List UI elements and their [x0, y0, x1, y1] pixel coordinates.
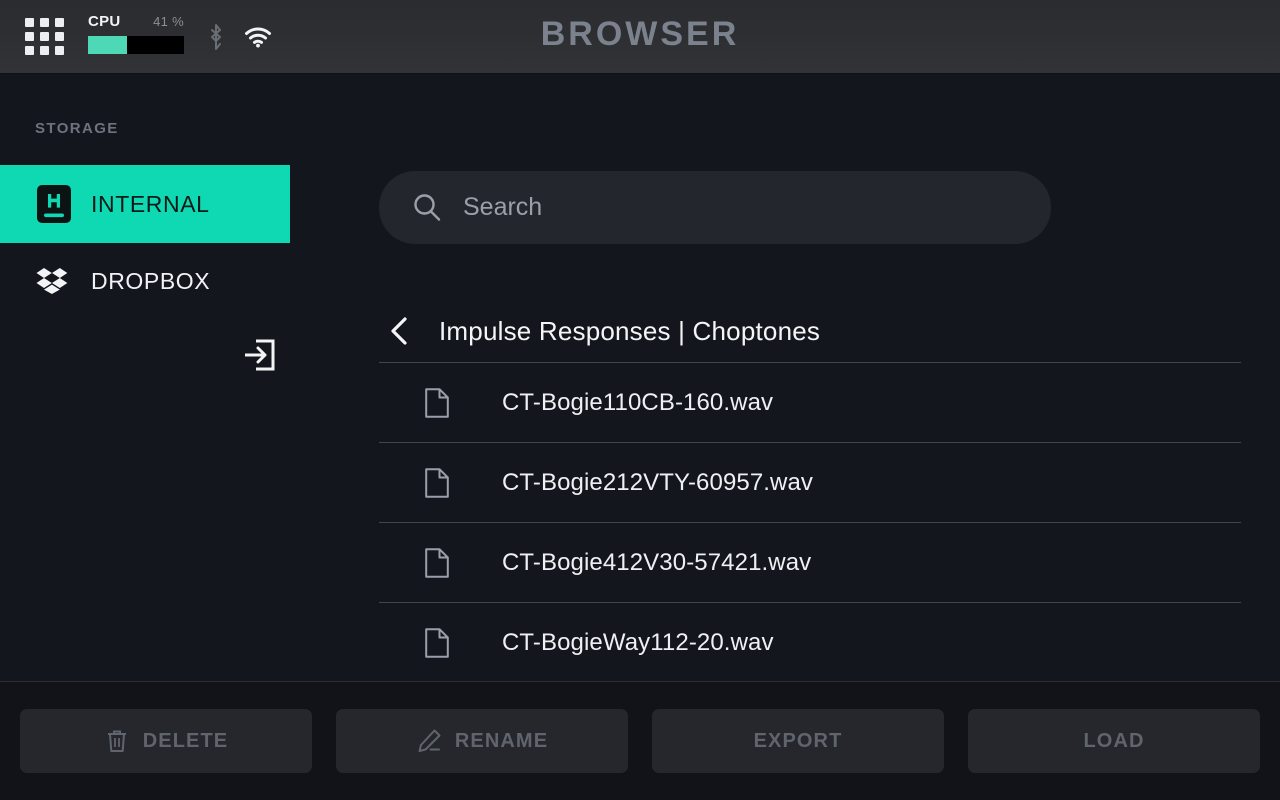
- load-button-label: LOAD: [1083, 729, 1145, 752]
- pencil-icon: [418, 729, 441, 752]
- file-list-item[interactable]: CT-Bogie212VTY-60957.wav: [379, 442, 1241, 522]
- export-button[interactable]: EXPORT: [652, 709, 944, 773]
- rename-button[interactable]: RENAME: [336, 709, 628, 773]
- search-icon: [414, 193, 441, 221]
- file-list[interactable]: CT-Bogie110CB-160.wav CT-Bogie212VTY-6095…: [379, 362, 1241, 681]
- breadcrumb: Impulse Responses | Choptones: [379, 300, 1241, 362]
- internal-storage-icon: [36, 184, 82, 224]
- sidebar-section-label: STORAGE: [35, 120, 119, 137]
- breadcrumb-path: Impulse Responses | Choptones: [439, 315, 821, 346]
- file-icon: [425, 467, 449, 498]
- file-name: CT-Bogie110CB-160.wav: [502, 388, 774, 416]
- rename-button-label: RENAME: [454, 729, 549, 752]
- file-icon: [425, 387, 449, 418]
- search-input[interactable]: Search: [379, 171, 1051, 244]
- load-button[interactable]: LOAD: [968, 709, 1260, 773]
- file-list-item[interactable]: CT-BogieWay112-20.wav: [379, 602, 1241, 681]
- trash-icon: [107, 730, 126, 752]
- sidebar-item-label: DROPBOX: [91, 267, 211, 294]
- search-placeholder: Search: [463, 193, 543, 221]
- file-name: CT-BogieWay112-20.wav: [502, 628, 774, 656]
- delete-button-label: DELETE: [142, 729, 229, 752]
- file-list-item[interactable]: CT-Bogie110CB-160.wav: [379, 362, 1241, 442]
- browser-app: CPU 41 % BROWSER STORAGE INTERNAL DROPBO…: [0, 0, 1280, 800]
- storage-sidebar: STORAGE INTERNAL DROPBOX: [0, 74, 350, 681]
- file-icon: [425, 547, 449, 578]
- chevron-left-icon[interactable]: [387, 315, 413, 347]
- file-icon: [425, 627, 449, 658]
- file-name: CT-Bogie412V30-57421.wav: [502, 548, 812, 576]
- login-arrow-icon[interactable]: [243, 339, 275, 371]
- dropbox-icon: [36, 267, 82, 295]
- file-list-item[interactable]: CT-Bogie412V30-57421.wav: [379, 522, 1241, 602]
- browser-main-panel: Search Impulse Responses | Choptones CT-…: [350, 74, 1280, 759]
- page-title: BROWSER: [540, 15, 740, 53]
- delete-button[interactable]: DELETE: [20, 709, 312, 773]
- status-bar: CPU 41 % BROWSER: [0, 0, 1280, 74]
- sidebar-item-label: INTERNAL: [91, 190, 210, 217]
- action-bar: DELETE RENAME EXPORT LOAD: [0, 681, 1280, 800]
- sidebar-item-internal[interactable]: INTERNAL: [0, 165, 290, 243]
- file-name: CT-Bogie212VTY-60957.wav: [502, 468, 814, 496]
- sidebar-item-dropbox[interactable]: DROPBOX: [0, 242, 350, 320]
- export-button-label: EXPORT: [753, 729, 843, 752]
